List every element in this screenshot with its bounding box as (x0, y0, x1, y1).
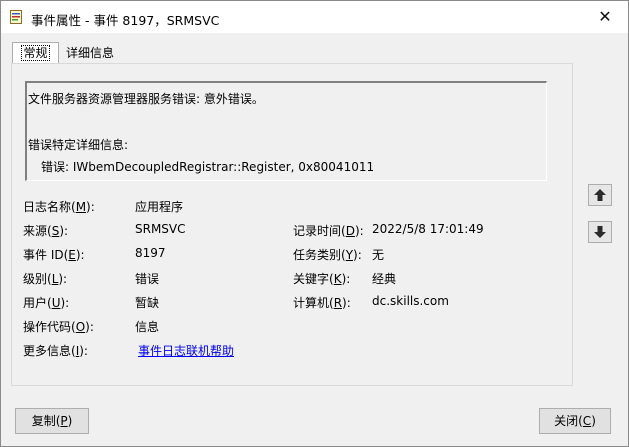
keywords-label: 关键字(K): (293, 272, 351, 286)
description-line-2: 错误特定详细信息: (28, 138, 129, 152)
close-icon[interactable]: ✕ (582, 1, 628, 33)
level-label: 级别(L): (23, 272, 68, 286)
description-line-1: 文件服务器资源管理器服务错误: 意外错误。 (28, 92, 264, 106)
event-id-value: 8197 (135, 246, 166, 260)
description-line-3: 错误: IWbemDecoupledRegistrar::Register, 0… (41, 160, 375, 174)
tab-general[interactable]: 常规 (12, 42, 59, 63)
computer-label: 计算机(R): (293, 296, 351, 310)
window-title: 事件属性 - 事件 8197，SRMSVC (31, 13, 220, 28)
user-label: 用户(U): (23, 296, 70, 310)
tab-details[interactable]: 详细信息 (61, 44, 119, 62)
event-log-online-help-link[interactable]: 事件日志联机帮助 (138, 342, 234, 359)
opcode-value: 信息 (135, 320, 160, 334)
previous-event-button[interactable] (588, 184, 612, 206)
arrow-down-icon (594, 226, 606, 238)
more-info-label: 更多信息(I): (23, 344, 88, 358)
log-name-label: 日志名称(M): (23, 200, 95, 214)
event-id-label: 事件 ID(E): (23, 248, 85, 262)
title-bar[interactable]: 事件属性 - 事件 8197，SRMSVC ✕ (1, 1, 628, 33)
log-name-value: 应用程序 (135, 200, 184, 214)
computer-value: dc.skills.com (372, 294, 449, 308)
next-event-button[interactable] (588, 221, 612, 243)
event-viewer-icon (10, 10, 22, 24)
level-value: 错误 (135, 272, 160, 286)
user-value: 暂缺 (135, 296, 160, 310)
arrow-up-icon (594, 189, 606, 201)
copy-button[interactable]: 复制(P) (15, 408, 89, 434)
task-category-label: 任务类别(Y): (293, 248, 362, 262)
logged-label: 记录时间(D): (293, 224, 364, 238)
logged-value: 2022/5/8 17:01:49 (372, 222, 484, 236)
task-category-value: 无 (372, 248, 385, 262)
close-button[interactable]: 关闭(C) (539, 408, 611, 434)
opcode-label: 操作代码(O): (23, 320, 94, 334)
source-value: SRMSVC (135, 222, 186, 236)
keywords-value: 经典 (372, 272, 397, 286)
source-label: 来源(S): (23, 224, 69, 238)
event-properties-window: 事件属性 - 事件 8197，SRMSVC ✕ 常规 详细信息 文件服务器资源管… (0, 0, 629, 447)
tab-general-label: 常规 (21, 45, 50, 61)
